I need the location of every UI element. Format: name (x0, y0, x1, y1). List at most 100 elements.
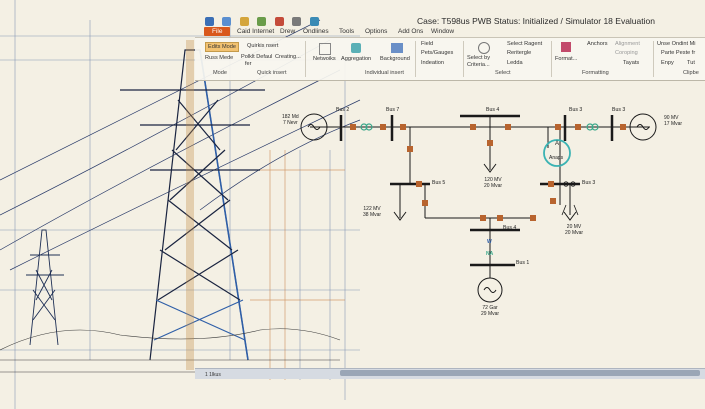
ribbon-separator (415, 41, 416, 77)
tab-tools[interactable]: Tools (339, 28, 354, 35)
quick-insert-menu[interactable]: Quirkis nsert (247, 43, 278, 49)
group-label-formatting: Formatting (582, 70, 609, 76)
polklt-defaul-button[interactable]: Polklt Defaul (241, 54, 272, 60)
orange-grid (250, 150, 345, 380)
rectangle-button[interactable]: Reritergle (507, 50, 531, 56)
horizontal-scrollbar[interactable] (340, 370, 700, 376)
bus-label: Bus 4 (503, 225, 517, 231)
app-window: Case: T598us PWB Status: Initialized / S… (0, 0, 705, 409)
gen-bottom-mvar: 29 Mvar (481, 311, 500, 317)
bus-label: Bus 3 (569, 107, 583, 113)
run-mode-button[interactable]: Russ Mede (205, 55, 233, 61)
ground-sketch (0, 328, 341, 373)
group-label-clipboard: Clipbe (683, 70, 699, 76)
network-icon (319, 43, 331, 55)
breaker[interactable] (620, 124, 626, 130)
load-center-label: 120 MV 20 Mvar (484, 177, 502, 189)
tab-ondlines[interactable]: Ondlines (303, 28, 329, 35)
creating-button[interactable]: Creating... (275, 54, 301, 60)
aggregation-button[interactable]: Aggregation (341, 56, 371, 62)
for-button[interactable]: fer (245, 61, 252, 67)
edit-mode-button[interactable]: Edits Mode (205, 42, 239, 52)
load-left-mvar: 38 Mvar (363, 212, 382, 218)
breaker[interactable] (350, 124, 356, 130)
group-label-mode: Mode (213, 70, 227, 76)
breaker[interactable] (487, 140, 493, 146)
tab-window[interactable]: Window (431, 28, 454, 35)
bus-label: Bus 4 (486, 107, 500, 113)
breaker[interactable] (550, 198, 556, 204)
tab-caid-internet[interactable]: Caid Internet (237, 28, 274, 35)
indeation-button[interactable]: Indeation (421, 60, 444, 66)
gen-right-mvar: 17 Mvar (664, 121, 683, 127)
breaker[interactable] (548, 181, 554, 187)
select-by-criteria-icon (478, 42, 490, 54)
load-right-mvar: 20 Mvar (565, 230, 584, 236)
ribbon-separator (551, 41, 552, 77)
gen-right-label: 90 MV 17 Mvar (664, 115, 682, 127)
one-line-diagram (300, 113, 657, 303)
breaker[interactable] (505, 124, 511, 130)
select-by-criteria-button[interactable]: Select by Criteria... (467, 55, 501, 69)
breaker[interactable] (400, 124, 406, 130)
format-button[interactable]: Format... (555, 56, 577, 62)
window-title: Case: T598us PWB Status: Initialized / S… (417, 16, 655, 26)
tan-accent (186, 40, 194, 370)
breaker[interactable] (530, 215, 536, 221)
breaker[interactable] (497, 215, 503, 221)
tab-file[interactable]: File (204, 27, 231, 36)
background-button[interactable]: Background (380, 56, 410, 62)
unse-ondint-button[interactable]: Unse Ondint Mi (657, 41, 696, 47)
field-button[interactable]: Field (421, 41, 433, 47)
layers-button[interactable]: Tayats (623, 60, 639, 66)
gen-bottom-label: 72 Gar 29 Mvar (481, 305, 499, 317)
tab-options[interactable]: Options (365, 28, 387, 35)
breaker[interactable] (380, 124, 386, 130)
group-label-individual-insert: Individual insert (365, 70, 404, 76)
amps-letter: A (555, 141, 560, 147)
bus-label: Bus 2 (336, 107, 350, 113)
pets-gauges-button[interactable]: Pets/Gauges (421, 50, 453, 56)
tab-add-ons[interactable]: Add Ons (398, 28, 423, 35)
tab-drew[interactable]: Drew (280, 28, 295, 35)
breaker[interactable] (555, 124, 561, 130)
aggregation-icon (351, 43, 361, 53)
network-button[interactable]: Netwoiks (313, 56, 336, 62)
generator-bottom-symbol (483, 287, 497, 293)
group-label-select: Select (495, 70, 511, 76)
anchors-button[interactable]: Anchors (587, 41, 608, 47)
breaker[interactable] (407, 146, 413, 152)
gen-left-mvar: 7 Nevr (282, 120, 298, 126)
breaker[interactable] (416, 181, 422, 187)
bus-label: Bus 3 (582, 180, 596, 186)
ribbon-separator (463, 41, 464, 77)
flow-mark: NA (486, 251, 494, 257)
status-text: 1 1lkus (205, 372, 221, 378)
grouping-button[interactable]: Coroping (615, 50, 638, 56)
bus-label: Bus 3 (612, 107, 626, 113)
load-right-label: 20 MV 20 Mvar (565, 224, 583, 236)
gen-left-label: 182 Md 7 Nevr (282, 114, 299, 126)
bus-label: Bus 5 (432, 180, 446, 186)
alignment-button[interactable]: Alignment (615, 41, 640, 47)
lasso-button[interactable]: Ledda (507, 60, 523, 66)
ribbon-separator (305, 41, 306, 77)
bus-label: Bus 7 (386, 107, 400, 113)
format-icon (561, 42, 571, 52)
parte-peste-button[interactable]: Parte Peste fr (661, 50, 695, 56)
bus-label: Bus 1 (516, 260, 530, 266)
flow-mark: W (487, 239, 492, 245)
select-regent-button[interactable]: Select Ragent (507, 41, 542, 47)
load-center-mvar: 20 Mvar (484, 183, 503, 189)
group-label-quick-insert: Quick insert (257, 70, 287, 76)
breaker[interactable] (575, 124, 581, 130)
enpy-button[interactable]: Enpy (661, 60, 674, 66)
breaker[interactable] (422, 200, 428, 206)
ribbon-separator (653, 41, 654, 77)
tut-button[interactable]: Tut (687, 60, 695, 66)
breaker[interactable] (480, 215, 486, 221)
small-tower (26, 229, 64, 346)
breaker[interactable] (470, 124, 476, 130)
amps-label: Anaps (549, 155, 564, 161)
load-left-label: 122 MV 38 Mvar (363, 206, 381, 218)
